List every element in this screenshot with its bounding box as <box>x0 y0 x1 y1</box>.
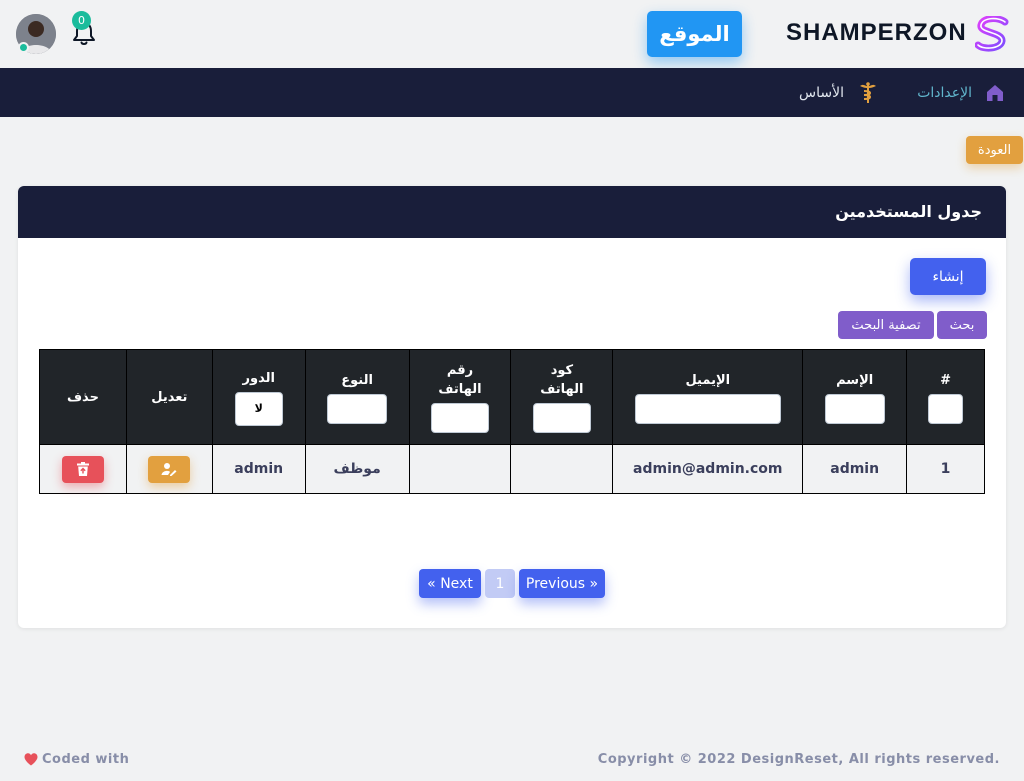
search-button[interactable]: بحث <box>937 311 987 339</box>
card-header: جدول المستخدمين <box>18 186 1006 238</box>
user-edit-icon <box>161 463 177 476</box>
filter-phone-input[interactable] <box>430 403 489 433</box>
cell-role: admin <box>211 444 306 494</box>
column-header-phone: رقم الهاتف <box>408 349 512 445</box>
delete-user-button[interactable] <box>61 455 104 483</box>
brand-name[interactable]: SHAMPERZON <box>786 19 967 47</box>
filter-email-input[interactable] <box>634 393 781 424</box>
column-header-delete: حذف <box>39 349 127 445</box>
column-header-index: # <box>906 349 985 445</box>
footer-coded-with: Coded with <box>24 752 129 767</box>
column-label-edit: تعديل <box>151 389 188 405</box>
cell-index: 1 <box>906 444 985 494</box>
filter-name-input[interactable] <box>824 393 885 424</box>
footer-copyright: Copyright © 2022 DesignReset, All rights… <box>597 752 1000 767</box>
cell-type: موظف <box>304 444 410 494</box>
nav-item-settings[interactable]: الإعدادات <box>917 85 972 101</box>
footer-coded-with-text: Coded with <box>42 752 130 767</box>
column-label-delete: حذف <box>66 389 99 405</box>
column-header-type: النوع <box>304 349 410 445</box>
s-logo-icon[interactable] <box>975 16 1009 52</box>
users-table: # الإسم الإيميل كود الهاتف رقم الهاتف ال… <box>39 349 985 494</box>
cell-edit <box>125 444 213 494</box>
cell-delete <box>39 444 127 494</box>
column-header-edit: تعديل <box>125 349 213 445</box>
heart-icon <box>24 753 38 766</box>
column-label-type: النوع <box>341 372 373 388</box>
filter-search-button[interactable]: تصفية البحث <box>838 311 934 339</box>
cell-email: admin@admin.com <box>612 444 804 494</box>
column-label-phone-code-1: كود <box>550 363 574 378</box>
online-status-dot <box>18 42 29 53</box>
column-label-phone-1: رقم <box>446 363 474 378</box>
table-row: 1 admin admin@admin.com موظف admin <box>39 444 985 494</box>
column-label-phone-2: الهاتف <box>438 382 482 397</box>
top-header: SHAMPERZON الموقع 0 <box>0 0 1024 68</box>
column-label-role: الدور <box>242 370 275 386</box>
notification-count-badge: 0 <box>72 11 91 30</box>
pagination-next-button[interactable]: « Next <box>419 569 481 598</box>
column-label-phone-code-2: الهاتف <box>540 382 584 397</box>
column-header-name: الإسم <box>802 349 908 445</box>
site-button[interactable]: الموقع <box>647 11 742 57</box>
column-header-email: الإيميل <box>612 349 804 445</box>
column-label-index: # <box>940 372 951 388</box>
filter-type-input[interactable] <box>327 393 388 424</box>
edit-user-button[interactable] <box>148 455 191 483</box>
nav-item-base[interactable]: الأساس <box>799 85 844 101</box>
card-title: جدول المستخدمين <box>835 202 982 221</box>
column-header-phone-code: كود الهاتف <box>510 349 614 445</box>
home-icon[interactable] <box>986 84 1004 102</box>
trash-icon <box>76 462 89 476</box>
back-button[interactable]: العودة <box>966 136 1023 164</box>
cell-phone-code <box>510 444 614 494</box>
filter-phone-code-input[interactable] <box>532 403 591 433</box>
create-button[interactable]: إنشاء <box>910 258 986 295</box>
filter-index-input[interactable] <box>928 393 964 424</box>
caduceus-icon <box>860 82 876 103</box>
cell-phone <box>408 444 512 494</box>
filter-role-select[interactable]: لا <box>234 391 283 426</box>
table-header-row: # الإسم الإيميل كود الهاتف رقم الهاتف ال… <box>39 349 985 445</box>
pagination-previous-button[interactable]: Previous » <box>519 569 605 598</box>
pagination-page-1[interactable]: 1 <box>485 569 515 598</box>
cell-name: admin <box>802 444 908 494</box>
column-label-email: الإيميل <box>685 372 731 388</box>
column-header-role: الدور لا <box>211 349 306 445</box>
column-label-name: الإسم <box>836 372 874 388</box>
